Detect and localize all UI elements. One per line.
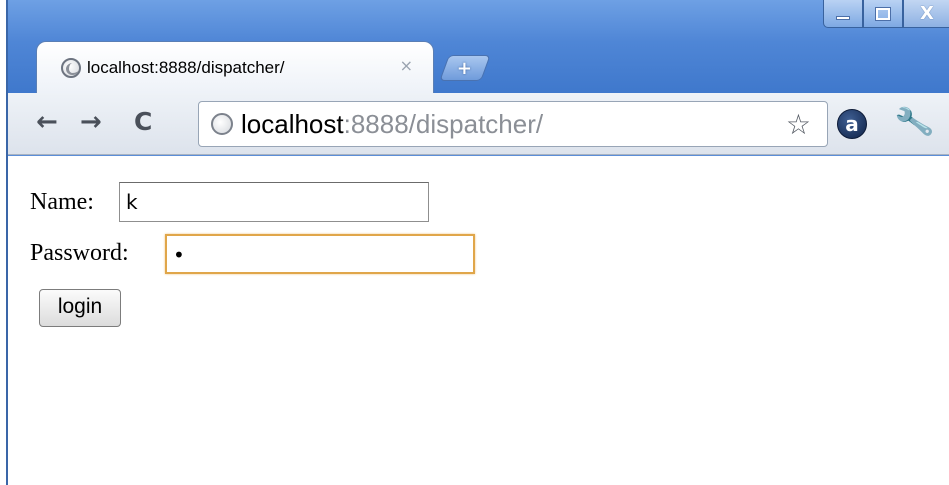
address-bar[interactable]: localhost:8888/dispatcher/ ☆ xyxy=(198,101,828,147)
page-favicon-icon xyxy=(61,57,81,78)
tab-dispatcher[interactable]: localhost:8888/dispatcher/ × xyxy=(36,41,434,93)
password-input[interactable]: • xyxy=(165,234,475,274)
extension-icon[interactable]: a xyxy=(837,109,867,139)
tab-close-icon[interactable]: × xyxy=(400,56,413,75)
name-label: Name: xyxy=(30,189,94,215)
password-label: Password: xyxy=(30,240,129,266)
name-input[interactable]: k xyxy=(119,182,429,222)
new-tab-button[interactable]: + xyxy=(439,55,491,81)
star-icon[interactable]: ☆ xyxy=(786,108,811,141)
wrench-icon[interactable]: 🔧 xyxy=(893,102,936,143)
back-arrow-icon[interactable]: ← xyxy=(36,107,58,137)
maximize-button[interactable] xyxy=(863,0,903,28)
reload-icon[interactable]: C xyxy=(134,107,152,137)
browser-window: X localhost:8888/dispatcher/ × + ← → C l… xyxy=(6,0,949,485)
maximize-icon xyxy=(875,6,891,21)
page-content: Name: k Password: • login xyxy=(8,156,949,485)
browser-toolbar: ← → C localhost:8888/dispatcher/ ☆ a 🔧 xyxy=(8,93,949,155)
login-button[interactable]: login xyxy=(39,289,121,327)
tab-title: localhost:8888/dispatcher/ xyxy=(87,57,285,77)
minimize-button[interactable] xyxy=(823,0,863,28)
close-window-button[interactable]: X xyxy=(903,0,949,28)
window-controls: X xyxy=(823,0,949,30)
url-host: localhost xyxy=(241,108,344,139)
title-bar: X localhost:8888/dispatcher/ × + xyxy=(8,0,949,93)
forward-arrow-icon[interactable]: → xyxy=(80,107,102,137)
page-favicon-icon xyxy=(211,113,233,135)
close-icon: X xyxy=(920,2,934,24)
minimize-icon xyxy=(836,15,850,20)
new-tab-icon: + xyxy=(457,57,473,79)
url-path: :8888/dispatcher/ xyxy=(343,108,544,139)
